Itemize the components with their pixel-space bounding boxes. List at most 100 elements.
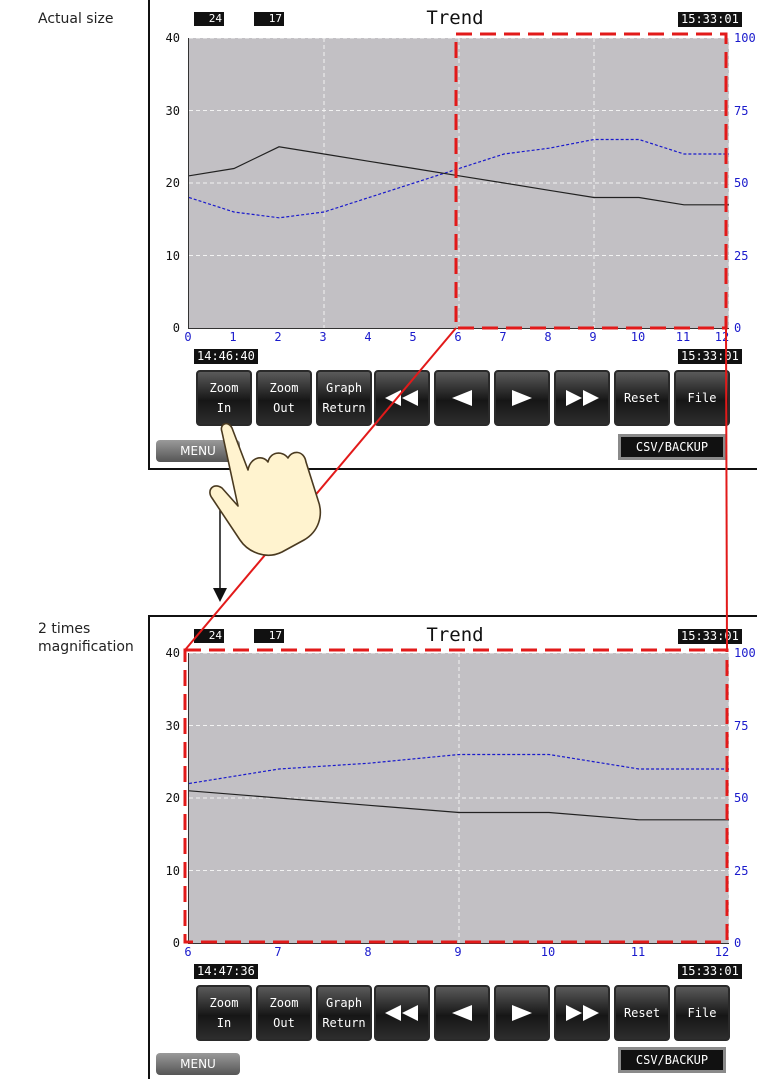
graph-return-label-2: Return (322, 401, 366, 415)
step-forward-button[interactable] (494, 370, 550, 426)
y2-tick-label: 25 (734, 248, 749, 263)
y2-tick-label: 50 (734, 176, 749, 190)
y2-tick-label: 75 (734, 103, 749, 118)
graph-return-button[interactable]: Graph Return (316, 370, 372, 426)
y2-tick-label: 25 (734, 863, 749, 878)
x-tick-label: 7 (499, 330, 507, 344)
fast-forward-button[interactable] (554, 370, 610, 426)
y-tick-label: 10 (165, 863, 180, 878)
step-back-icon (452, 1005, 472, 1021)
range-end-time: 15:33:01 (678, 349, 742, 364)
range-start-time: 14:47:36 (194, 964, 258, 979)
x-tick-label: 5 (409, 330, 417, 344)
trend-plot-svg (189, 38, 729, 328)
trend-plot-svg (189, 653, 729, 943)
y-tick-label: 20 (165, 791, 180, 805)
file-button[interactable]: File (674, 370, 730, 426)
x-tick-label: 7 (274, 945, 282, 959)
zoom-out-button[interactable]: Zoom Out (256, 370, 312, 426)
x-tick-label: 3 (319, 330, 327, 344)
reset-button[interactable]: Reset (614, 985, 670, 1041)
fast-forward-button[interactable] (554, 985, 610, 1041)
graph-return-label-1: Graph (325, 381, 363, 395)
step-forward-icon (512, 1005, 532, 1021)
down-arrow-icon (213, 494, 227, 602)
y-tick-label: 30 (165, 103, 180, 118)
x-tick-label: 6 (184, 945, 192, 959)
zoom-out-label-2: Out (273, 1016, 295, 1030)
x-tick-label: 9 (454, 945, 462, 959)
y2-tick-label: 100 (734, 31, 756, 45)
x-tick-label: 8 (364, 945, 372, 959)
x-tick-label: 10 (630, 330, 646, 344)
zoom-out-label-1: Zoom (269, 381, 299, 395)
header-value-a: 24 (194, 12, 224, 26)
trend-toolbar: Zoom In Zoom Out Graph Return Reset File (196, 370, 736, 430)
range-start-time: 14:46:40 (194, 349, 258, 364)
caption-magnification-line2: magnification (38, 639, 134, 655)
x-tick-label: 6 (454, 330, 462, 344)
zoom-in-label-2: In (216, 401, 232, 415)
trend-plot[interactable] (188, 653, 729, 944)
zoom-out-label-1: Zoom (269, 996, 299, 1010)
x-tick-label: 10 (540, 945, 556, 959)
current-time: 15:33:01 (678, 12, 742, 27)
x-tick-label: 11 (630, 945, 646, 959)
reset-button[interactable]: Reset (614, 370, 670, 426)
graph-return-label-1: Graph (325, 996, 363, 1010)
step-forward-button[interactable] (494, 985, 550, 1041)
series-black-line (189, 146, 729, 206)
y-tick-label: 10 (165, 248, 180, 263)
page-title: Trend (426, 7, 484, 29)
x-tick-label: 4 (364, 330, 372, 344)
trend-screen-magnified: 24 17 Trend 15:33:01 40 30 20 10 0 100 75 50 25… (148, 615, 757, 1079)
csv-backup-button[interactable]: CSV/BACKUP (618, 434, 726, 460)
fast-forward-icon (566, 390, 599, 406)
x-tick-label: 12 (714, 945, 730, 959)
fast-rewind-icon (385, 390, 418, 406)
fast-rewind-button[interactable] (374, 985, 430, 1041)
y2-tick-label: 0 (734, 936, 742, 950)
y2-tick-label: 0 (734, 321, 742, 335)
graph-return-button[interactable]: Graph Return (316, 985, 372, 1041)
file-button[interactable]: File (674, 985, 730, 1041)
y-tick-label: 30 (165, 718, 180, 733)
zoom-in-label-1: Zoom (209, 381, 239, 395)
menu-button[interactable]: MENU (156, 1053, 240, 1075)
x-tick-label: 8 (544, 330, 552, 344)
step-back-icon (452, 390, 472, 406)
zoom-out-button[interactable]: Zoom Out (256, 985, 312, 1041)
range-end-time: 15:33:01 (678, 964, 742, 979)
page-title: Trend (426, 624, 484, 646)
fast-rewind-button[interactable] (374, 370, 430, 426)
step-back-button[interactable] (434, 370, 490, 426)
trend-screen-actual: 24 17 Trend 15:33:01 40 30 20 10 0 100 75 50 25… (148, 0, 757, 470)
header-value-a: 24 (194, 629, 224, 643)
menu-button[interactable]: MENU (156, 440, 240, 462)
step-back-button[interactable] (434, 985, 490, 1041)
caption-actual-size: Actual size (38, 11, 114, 27)
zoom-in-label-2: In (216, 1016, 232, 1030)
y-tick-label: 20 (165, 176, 180, 190)
fast-rewind-icon (385, 1005, 418, 1021)
current-time: 15:33:01 (678, 629, 742, 644)
x-tick-label: 1 (229, 330, 237, 344)
csv-backup-button[interactable]: CSV/BACKUP (618, 1047, 726, 1073)
zoom-out-label-2: Out (273, 401, 295, 415)
y2-tick-label: 75 (734, 718, 749, 733)
header-value-b: 17 (254, 629, 284, 643)
y-tick-label: 40 (165, 31, 180, 45)
x-tick-label: 0 (184, 330, 192, 344)
y-tick-label: 0 (172, 936, 180, 950)
y2-tick-label: 100 (734, 646, 756, 660)
y2-tick-label: 50 (734, 791, 749, 805)
zoom-in-button[interactable]: Zoom In (196, 370, 252, 426)
y-tick-label: 40 (165, 646, 180, 660)
trend-plot[interactable] (188, 38, 729, 329)
caption-magnification-line1: 2 times (38, 621, 91, 637)
x-tick-label: 12 (714, 330, 730, 344)
y-tick-label: 0 (172, 321, 180, 335)
zoom-in-button[interactable]: Zoom In (196, 985, 252, 1041)
fast-forward-icon (566, 1005, 599, 1021)
graph-return-label-2: Return (322, 1016, 366, 1030)
